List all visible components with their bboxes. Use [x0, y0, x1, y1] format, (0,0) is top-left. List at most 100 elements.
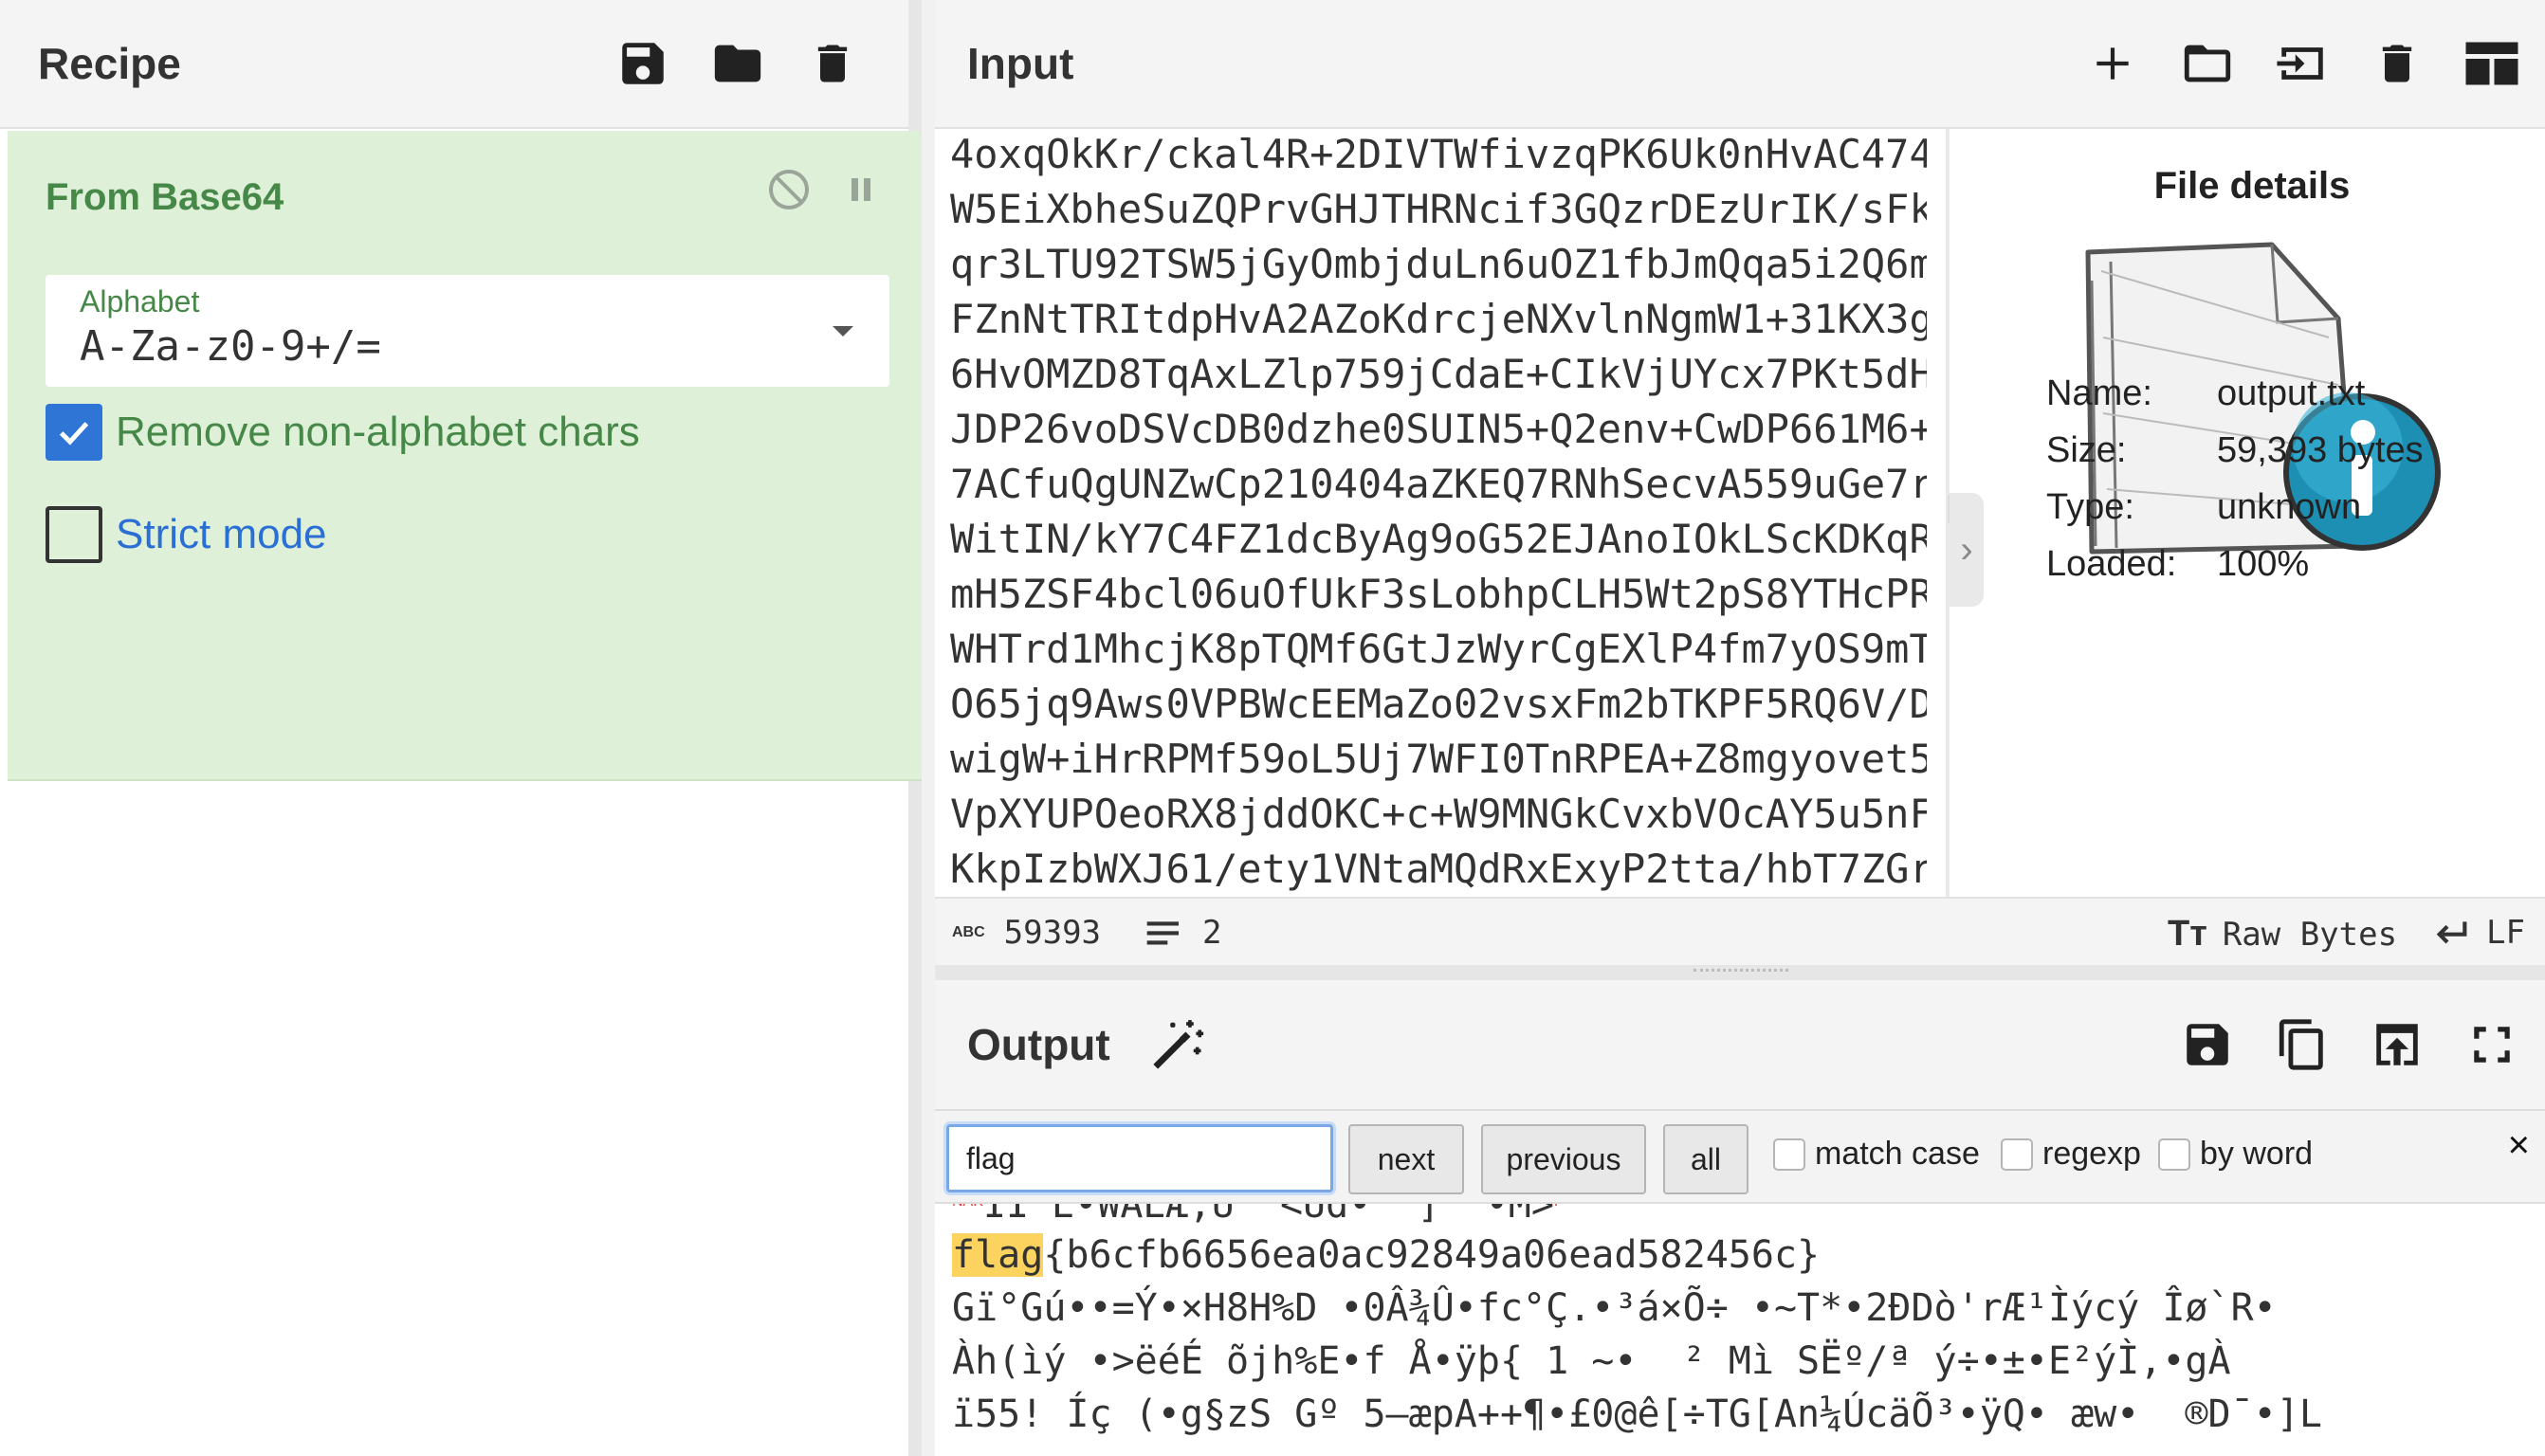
lines-value: 2 [1202, 914, 1222, 952]
search-input[interactable] [946, 1124, 1333, 1192]
copy-output-button[interactable] [2255, 997, 2350, 1092]
save-output-button[interactable] [2160, 997, 2255, 1092]
output-title: Output [967, 1020, 1110, 1069]
disable-icon[interactable] [766, 167, 812, 212]
length-indicator: ABC 59393 [952, 914, 1101, 952]
encoding-value: Raw Bytes [2222, 915, 2398, 954]
replace-input-button[interactable] [2350, 997, 2444, 1092]
trash-icon [2382, 45, 2412, 82]
open-folder-button[interactable] [2160, 16, 2255, 111]
alphabet-select[interactable]: Alphabet A-Za-z0-9+/= [46, 275, 889, 387]
output-line-partial-text: II E•WAEÆ;U <Ud• ] •M> [982, 1204, 1554, 1227]
length-value: 59393 [1003, 914, 1102, 952]
input-line: WitIN/kY7C4FZ1dcByAg9oG52EJAnoIOkLScKDKq… [950, 516, 1927, 562]
pause-icon[interactable] [838, 167, 884, 212]
lines-icon [1146, 921, 1179, 945]
file-details-pane: File details Name: output.txt Size: 59,393… [1959, 129, 2545, 897]
encoding-selector[interactable]: Tт Raw Bytes [2168, 914, 2397, 955]
strict-mode-option[interactable]: Strict mode [46, 506, 327, 563]
match-case-checkbox[interactable] [1773, 1138, 1805, 1171]
file-type-label: Type: [2046, 487, 2134, 527]
search-all-button[interactable]: all [1663, 1124, 1749, 1194]
recipe-panel: Recipe From Base64 Alphabet A-Za-z0-9+/= [0, 0, 922, 1456]
file-loaded-label: Loaded: [2046, 544, 2177, 584]
input-line: O65jq9Aws0VPBWcEEMaZo02vsxFm2bTKPF5RQ6V/… [950, 681, 1927, 727]
io-resize-handle[interactable] [935, 965, 2545, 980]
eol-value: LF [2486, 914, 2525, 952]
load-recipe-button[interactable] [690, 16, 785, 111]
chevron-down-icon [833, 326, 853, 337]
input-panel: Input 4oxqOkKr/ckal4R+2DIVTWfivzqPK6Uk0n… [935, 0, 2545, 965]
regexp-checkbox[interactable] [2001, 1138, 2033, 1171]
lines-indicator: 2 [1145, 914, 1221, 952]
remove-nonalpha-option[interactable]: Remove non-alphabet chars [46, 404, 640, 461]
input-line: VpXYUPOeoRX8jddOKC+c+W9MNGkCvxbVOcAY5u5n… [950, 791, 1927, 837]
file-type-row: Type: unknown [2046, 487, 2361, 528]
add-input-tab-button[interactable] [2065, 16, 2160, 111]
import-icon [2277, 47, 2323, 80]
recipe-header: Recipe [0, 0, 908, 129]
input-line: W5EiXbheSuZQPrvGHJTHRNcif3GQzrDEzUrIK/sF… [950, 186, 1927, 232]
search-previous-button[interactable]: previous [1481, 1124, 1646, 1194]
remove-nonalpha-checkbox[interactable] [46, 404, 102, 461]
save-icon [622, 43, 664, 84]
strict-mode-label: Strict mode [116, 511, 327, 557]
search-match-highlight: flag [952, 1233, 1044, 1277]
input-header: Input [935, 0, 2545, 129]
save-icon [2187, 1024, 2228, 1065]
clear-recipe-button[interactable] [785, 16, 880, 111]
input-line: qr3LTU92TSW5jGyOmbjduLn6uOZ1fbJmQqa5i2Q6… [950, 241, 1927, 287]
save-recipe-button[interactable] [595, 16, 690, 111]
file-loaded-row: Loaded: 100% [2046, 544, 2309, 585]
open-file-button[interactable] [2255, 16, 2350, 111]
regexp-label: regexp [2042, 1136, 2141, 1172]
match-case-label: match case [1815, 1136, 1980, 1172]
copy-icon [2279, 1019, 2323, 1070]
flag-value: {b6cfb6656ea0ac92849a06ead582456c} [1043, 1233, 1821, 1277]
input-line: FZnNtTRItdpHvA2AZoKdrcjeNXvlnNgmW1+31KX3… [950, 296, 1927, 342]
match-case-option[interactable]: match case [1773, 1136, 1980, 1173]
magic-wand-icon[interactable] [1148, 1015, 1207, 1074]
clear-input-button[interactable] [2350, 16, 2444, 111]
layout-icon [2465, 42, 2518, 85]
output-line-4: Àh(ìý •>ëéÉ õjh%E•f Å•ÿþ{ 1 ~• ² Mì SËº/… [952, 1339, 2231, 1383]
search-next-button[interactable]: next [1348, 1124, 1464, 1194]
folder-icon [2184, 45, 2231, 82]
input-textarea[interactable]: 4oxqOkKr/ckal4R+2DIVTWfivzqPK6Uk0nHvAC47… [950, 127, 1927, 897]
close-icon[interactable]: × [2508, 1124, 2530, 1167]
output-line-3: Gï°Gú••=Ý•×H8H%D •0Â¾Û•fc°Ç.•³á×Õ÷ •~T*•… [952, 1286, 2277, 1330]
by-word-option[interactable]: by word [2158, 1136, 2313, 1173]
operation-title: From Base64 [46, 176, 284, 218]
output-line-5: ï55! Íç (•g§zS Gº 5—æpA++¶•£0@ê[÷TG[An¼Ú… [952, 1392, 2322, 1436]
return-arrow-icon [2436, 921, 2467, 944]
file-size-row: Size: 59,393 bytes [2046, 430, 2424, 471]
strict-mode-checkbox[interactable] [46, 506, 102, 563]
abc-icon: ABC [952, 924, 985, 940]
regexp-option[interactable]: regexp [2001, 1136, 2141, 1173]
input-line: wigW+iHrRPMf59oL5Uj7WFI0TnRPEA+Z8mgyovet… [950, 736, 1927, 782]
maximise-output-button[interactable] [2444, 997, 2539, 1092]
file-name-row: Name: output.txt [2046, 373, 2365, 414]
file-name-label: Name: [2046, 373, 2152, 413]
input-line: 4oxqOkKr/ckal4R+2DIVTWfivzqPK6Uk0nHvAC47… [950, 131, 1927, 177]
output-text[interactable]: NAKII E•WAEÆ;U <Ud• ] •M>F flag{b6cfb665… [952, 1204, 2536, 1456]
output-panel: Output next previous all ma [935, 980, 2545, 1456]
operation-from-base64[interactable]: From Base64 Alphabet A-Za-z0-9+/= Remove… [8, 131, 922, 781]
output-line-partial: NAKII E•WAEÆ;U <Ud• ] •M>F [952, 1204, 2536, 1228]
reset-layout-button[interactable] [2444, 16, 2539, 111]
remove-nonalpha-label: Remove non-alphabet chars [116, 409, 640, 455]
input-line: 6HvOMZD8TqAxLZlp759jCdaE+CIkVjUYcx7PKt5d… [950, 351, 1927, 397]
eol-selector[interactable]: LF [2433, 914, 2525, 952]
alphabet-label: Alphabet [80, 284, 200, 318]
output-search-bar: next previous all match case regexp by w… [935, 1109, 2545, 1204]
input-status-bar: ABC 59393 2 Tт Raw Bytes LF [935, 897, 2545, 965]
by-word-checkbox[interactable] [2158, 1138, 2190, 1171]
folder-icon [714, 45, 761, 82]
file-size-label: Size: [2046, 430, 2127, 470]
recipe-title: Recipe [38, 39, 181, 88]
plus-icon [2096, 47, 2129, 80]
input-line: WHTrd1MhcjK8pTQMf6GtJzWyrCgEXlP4fm7yOS9m… [950, 626, 1927, 672]
output-header: Output [935, 980, 2545, 1109]
input-title: Input [967, 39, 1074, 88]
input-line: KkpIzbWXJ61/ety1VNtaMQdRxExyP2tta/hbT7ZG… [950, 846, 1927, 892]
